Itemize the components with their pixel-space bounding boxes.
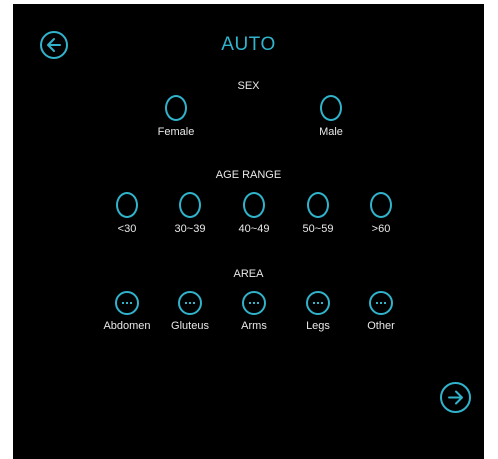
area-option-gluteus[interactable]: Gluteus bbox=[155, 291, 225, 332]
age-option-40-49[interactable]: 40~49 bbox=[219, 192, 289, 235]
legs-radio[interactable] bbox=[306, 291, 330, 315]
dash-icon bbox=[313, 302, 323, 304]
female-label: Female bbox=[157, 126, 195, 138]
area-option-arms[interactable]: Arms bbox=[219, 291, 289, 332]
dash-icon bbox=[122, 302, 132, 304]
dash-icon bbox=[376, 302, 386, 304]
age-option-50-59[interactable]: 50~59 bbox=[283, 192, 353, 235]
age-over-60-label: >60 bbox=[371, 223, 391, 235]
auto-screen: AUTO SEX Female Male AGE RANGE <30 30~39… bbox=[13, 4, 484, 459]
gluteus-label: Gluteus bbox=[171, 320, 209, 332]
female-radio[interactable] bbox=[165, 95, 187, 121]
area-option-legs[interactable]: Legs bbox=[283, 291, 353, 332]
arms-label: Arms bbox=[241, 320, 267, 332]
age-under-30-radio[interactable] bbox=[116, 192, 138, 218]
age-40-49-label: 40~49 bbox=[238, 223, 270, 235]
abdomen-label: Abdomen bbox=[103, 320, 151, 332]
male-label: Male bbox=[319, 126, 343, 138]
sex-option-female[interactable]: Female bbox=[141, 95, 211, 138]
sex-option-male[interactable]: Male bbox=[296, 95, 366, 138]
age-50-59-label: 50~59 bbox=[302, 223, 334, 235]
age-over-60-radio[interactable] bbox=[370, 192, 392, 218]
page-title: AUTO bbox=[221, 34, 276, 55]
age-option-under-30[interactable]: <30 bbox=[92, 192, 162, 235]
other-radio[interactable] bbox=[369, 291, 393, 315]
area-section-label: AREA bbox=[233, 268, 264, 280]
age-option-30-39[interactable]: 30~39 bbox=[155, 192, 225, 235]
legs-label: Legs bbox=[306, 320, 330, 332]
area-option-abdomen[interactable]: Abdomen bbox=[92, 291, 162, 332]
age-30-39-radio[interactable] bbox=[179, 192, 201, 218]
age-30-39-label: 30~39 bbox=[174, 223, 206, 235]
sex-section-label: SEX bbox=[237, 80, 260, 92]
arrow-right-icon bbox=[448, 390, 463, 405]
age-under-30-label: <30 bbox=[117, 223, 137, 235]
age-option-over-60[interactable]: >60 bbox=[346, 192, 416, 235]
age-50-59-radio[interactable] bbox=[307, 192, 329, 218]
age-40-49-radio[interactable] bbox=[243, 192, 265, 218]
age-range-section-label: AGE RANGE bbox=[215, 169, 282, 181]
area-option-other[interactable]: Other bbox=[346, 291, 416, 332]
male-radio[interactable] bbox=[320, 95, 342, 121]
gluteus-radio[interactable] bbox=[178, 291, 202, 315]
dash-icon bbox=[249, 302, 259, 304]
abdomen-radio[interactable] bbox=[115, 291, 139, 315]
dash-icon bbox=[185, 302, 195, 304]
next-button[interactable] bbox=[440, 382, 471, 413]
other-label: Other bbox=[367, 320, 395, 332]
arms-radio[interactable] bbox=[242, 291, 266, 315]
